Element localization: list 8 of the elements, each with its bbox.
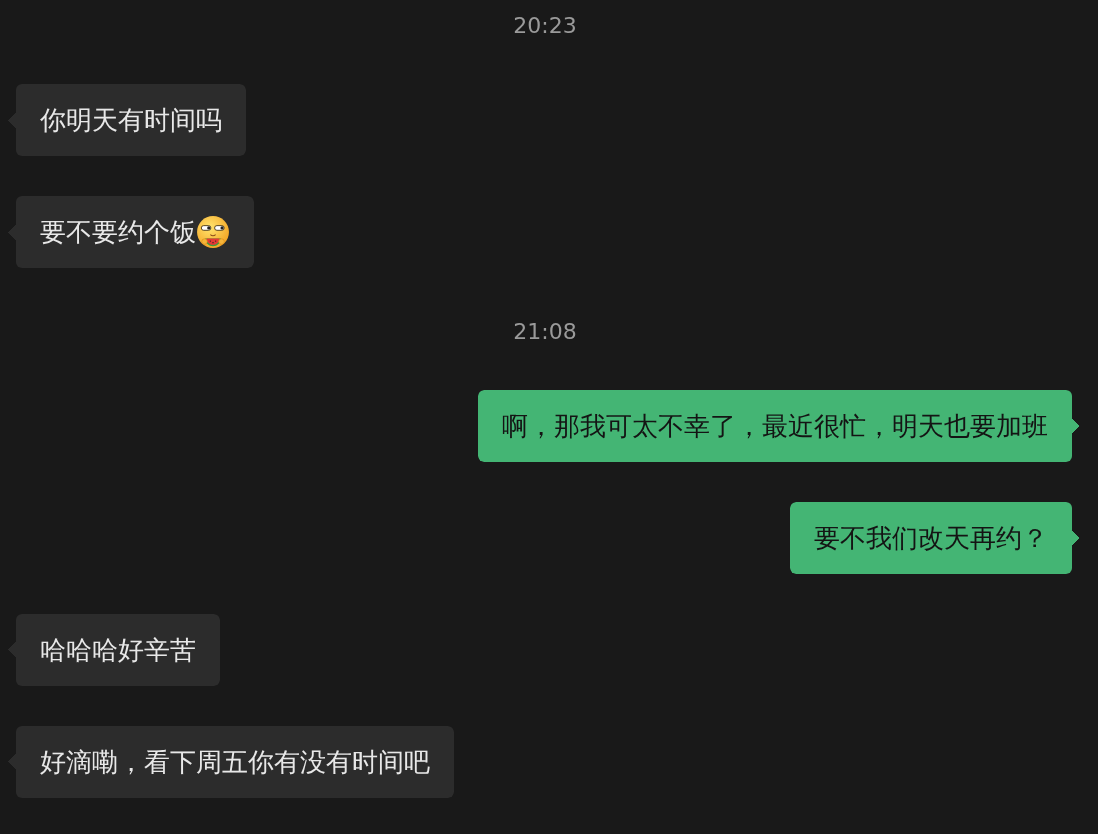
message-bubble: 啊，那我可太不幸了，最近很忙，明天也要加班: [478, 390, 1080, 462]
message-bubble: 哈哈哈好辛苦: [8, 614, 220, 686]
timestamp: 20:23: [512, 12, 577, 40]
message-text: 要不要约个饭: [40, 216, 196, 249]
timestamp: 21:08: [512, 318, 577, 346]
message-bubble: 你明天有时间吗: [8, 84, 246, 156]
message-bubble: 要不我们改天再约？: [790, 502, 1080, 574]
message-bubble: 好滴嘞，看下周五你有没有时间吧: [8, 726, 454, 798]
